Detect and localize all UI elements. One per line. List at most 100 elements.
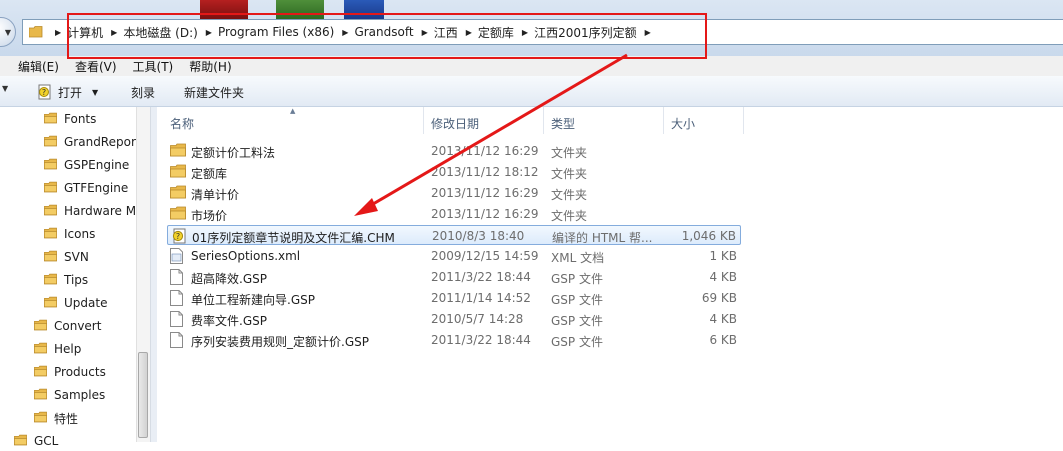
file-icon	[170, 269, 183, 288]
sort-ascending-icon: ▲	[290, 107, 296, 115]
folder-icon	[34, 341, 47, 358]
file-icon	[170, 311, 183, 330]
nav-item[interactable]: Icons	[44, 224, 95, 244]
nav-item-label: Help	[54, 342, 82, 356]
nav-item-label: SVN	[64, 250, 89, 264]
nav-item-label: 特性	[54, 411, 79, 426]
nav-item[interactable]: SVN	[44, 247, 89, 267]
file-row[interactable]: 定额计价工料法 2013/11/12 16:29 文件夹	[167, 141, 741, 161]
file-row[interactable]: 定额库 2013/11/12 18:12 文件夹	[167, 162, 741, 182]
menu-bar: 编辑(E) 查看(V) 工具(T) 帮助(H)	[0, 56, 1063, 76]
file-date: 2009/12/15 14:59	[431, 249, 539, 263]
file-name: SeriesOptions.xml	[191, 249, 301, 263]
file-size: 4 KB	[709, 312, 737, 326]
nav-item[interactable]: Update	[44, 293, 107, 313]
burn-button[interactable]: 刻录	[131, 84, 155, 101]
file-size: 4 KB	[709, 270, 737, 284]
nav-item[interactable]: GrandRepor	[44, 132, 136, 152]
back-button[interactable]: ▼	[0, 17, 16, 47]
folder-icon	[44, 180, 57, 197]
nav-item[interactable]: Hardware M	[44, 201, 136, 221]
menu-edit[interactable]: 编辑(E)	[18, 58, 59, 75]
chevron-down-icon: ▼	[4, 28, 11, 37]
file-date: 2013/11/12 16:29	[431, 207, 539, 221]
folder-icon	[170, 164, 186, 181]
nav-item[interactable]: Help	[34, 339, 81, 359]
column-header-row: ▲ 名称 修改日期 类型 大小	[157, 107, 1063, 134]
nav-item[interactable]: GSPEngine	[44, 155, 129, 175]
file-type: 文件夹	[551, 167, 588, 181]
nav-item-label: Hardware M	[64, 204, 137, 218]
file-row[interactable]: 序列安装费用规则_定额计价.GSP 2011/3/22 18:44 GSP 文件 6 …	[167, 330, 741, 350]
file-date: 2010/5/7 14:28	[431, 312, 524, 326]
file-row-selected[interactable]: ? 01序列定额章节说明及文件汇编.CHM 2010/8/3 18:40 编译的 HT…	[167, 225, 741, 245]
folder-icon	[44, 157, 57, 174]
nav-item[interactable]: Fonts	[44, 109, 96, 129]
nav-item-label: GTFEngine	[64, 181, 129, 195]
file-row[interactable]: 费率文件.GSP 2010/5/7 14:28 GSP 文件 4 KB	[167, 309, 741, 329]
new-folder-button[interactable]: 新建文件夹	[184, 84, 244, 101]
nav-item[interactable]: Samples	[34, 385, 105, 405]
nav-item-label: Products	[54, 365, 106, 379]
menu-tools[interactable]: 工具(T)	[133, 58, 174, 75]
xml-file-icon	[170, 248, 183, 267]
file-type: GSP 文件	[551, 272, 603, 286]
folder-icon	[44, 134, 57, 151]
file-name: 市场价	[191, 209, 228, 223]
column-header-size[interactable]: 大小	[671, 115, 695, 132]
column-header-type[interactable]: 类型	[551, 115, 575, 132]
nav-item[interactable]: Tips	[44, 270, 88, 290]
column-divider[interactable]	[423, 107, 424, 134]
folder-icon	[44, 272, 57, 289]
file-type: GSP 文件	[551, 293, 603, 307]
nav-scrollbar-thumb[interactable]	[138, 352, 148, 438]
folder-icon	[170, 185, 186, 202]
file-row[interactable]: 单位工程新建向导.GSP 2011/1/14 14:52 GSP 文件 69 KB	[167, 288, 741, 308]
nav-item-label: Icons	[64, 227, 96, 241]
file-date: 2010/8/3 18:40	[432, 229, 525, 243]
folder-icon	[34, 318, 47, 335]
column-header-date[interactable]: 修改日期	[431, 115, 479, 132]
folder-icon	[34, 410, 47, 427]
file-name: 定额库	[191, 167, 228, 181]
chm-help-icon: ?	[38, 84, 51, 100]
annotation-highlight-box	[67, 13, 707, 59]
file-type: 文件夹	[551, 209, 588, 223]
open-button-label: 打开	[58, 85, 83, 100]
command-toolbar: ▼ ? 打开 ▼ 刻录 新建文件夹	[0, 76, 1063, 107]
nav-item-label: Samples	[54, 388, 106, 402]
breadcrumb-separator-icon[interactable]: ▶	[55, 28, 61, 37]
folder-icon	[44, 249, 57, 266]
open-button[interactable]: ? 打开 ▼	[37, 82, 98, 102]
file-row[interactable]: 清单计价 2013/11/12 16:29 文件夹	[167, 183, 741, 203]
nav-item[interactable]: Products	[34, 362, 106, 382]
nav-item[interactable]: GCL	[14, 431, 58, 451]
pane-divider[interactable]	[150, 107, 157, 442]
nav-item-label: Fonts	[64, 112, 97, 126]
column-divider[interactable]	[663, 107, 664, 134]
column-divider[interactable]	[743, 107, 744, 134]
nav-item[interactable]: 特性	[34, 408, 78, 428]
file-type: 文件夹	[551, 146, 588, 160]
menu-view[interactable]: 查看(V)	[75, 58, 117, 75]
file-name: 超高降效.GSP	[191, 272, 267, 286]
menu-help[interactable]: 帮助(H)	[189, 58, 231, 75]
file-row[interactable]: 超高降效.GSP 2011/3/22 18:44 GSP 文件 4 KB	[167, 267, 741, 287]
chm-help-icon: ?	[171, 228, 187, 247]
file-name: 清单计价	[191, 188, 240, 202]
file-row[interactable]: SeriesOptions.xml 2009/12/15 14:59 XML 文档 1…	[167, 246, 741, 266]
svg-text:?: ?	[176, 232, 180, 241]
column-divider[interactable]	[543, 107, 544, 134]
file-name: 费率文件.GSP	[191, 314, 267, 328]
navigation-pane: Fonts GrandRepor GSPEngine GTFEngine Hardwar…	[0, 107, 150, 448]
column-header-name[interactable]: 名称	[170, 115, 194, 132]
nav-item[interactable]: Convert	[34, 316, 101, 336]
nav-item-label: Tips	[64, 273, 89, 287]
file-date: 2013/11/12 18:12	[431, 165, 539, 179]
folder-icon	[170, 143, 186, 160]
file-row[interactable]: 市场价 2013/11/12 16:29 文件夹	[167, 204, 741, 224]
nav-item[interactable]: GTFEngine	[44, 178, 128, 198]
chevron-down-icon[interactable]: ▼	[2, 84, 8, 93]
nav-item-label: Update	[64, 296, 108, 310]
folder-icon	[44, 295, 57, 312]
